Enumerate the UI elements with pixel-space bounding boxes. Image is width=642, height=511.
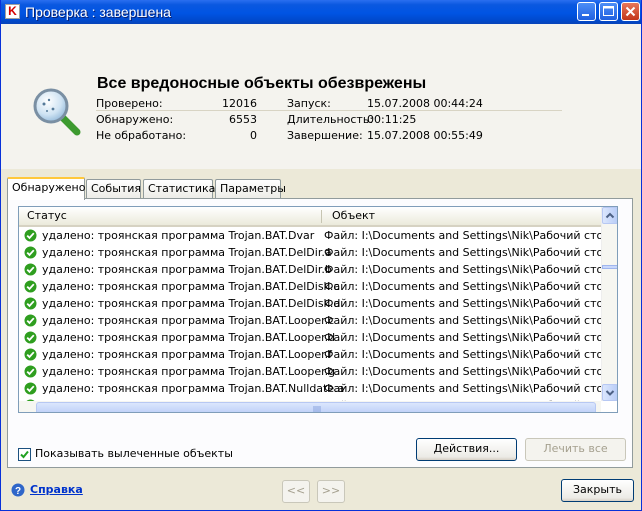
column-object[interactable]: Объект — [324, 207, 601, 225]
checkmark-icon — [20, 450, 29, 459]
table-row[interactable]: удалено: троянская программа Trojan.BAT.… — [19, 227, 601, 244]
status-cell: удалено: троянская программа Trojan.BAT.… — [42, 314, 335, 327]
start-value: 15.07.2008 00:44:24 — [367, 97, 483, 110]
check-circle-icon — [24, 382, 37, 395]
maximize-button[interactable] — [599, 2, 618, 21]
check-circle-icon — [24, 331, 37, 344]
heading-divider — [96, 110, 562, 111]
object-cell: Файл: I:\Documents and Settings\Nik\Рабо… — [324, 314, 601, 327]
horizontal-scroll-thumb[interactable] — [36, 402, 596, 412]
status-cell: удалено: троянская программа Trojan.BAT.… — [42, 229, 315, 242]
check-circle-icon — [24, 348, 37, 361]
end-label: Завершение: — [287, 129, 363, 142]
object-cell: Файл: I:\Documents and Settings\Nik\Рабо… — [324, 246, 601, 259]
column-status[interactable]: Статус — [19, 207, 319, 225]
duration-value: 00:11:25 — [367, 113, 417, 126]
table-row[interactable]: удалено: троянская программа Trojan.BAT.… — [19, 363, 601, 380]
help-link[interactable]: Справка — [30, 483, 83, 496]
unprocessed-label: Не обработано: — [96, 129, 187, 142]
start-label: Запуск: — [287, 97, 331, 110]
tab-events[interactable]: События — [86, 179, 141, 199]
list-rows: удалено: троянская программа Trojan.BAT.… — [19, 227, 601, 412]
close-icon — [625, 6, 636, 17]
show-cured-label[interactable]: Показывать вылеченные объекты — [35, 447, 233, 460]
column-separator[interactable] — [321, 210, 322, 223]
minimize-button[interactable] — [577, 2, 596, 21]
help-icon[interactable]: ? — [11, 483, 25, 497]
object-cell: Файл: I:\Documents and Settings\Nik\Рабо… — [324, 263, 601, 276]
table-row[interactable]: удалено: троянская программа Trojan.BAT.… — [19, 295, 601, 312]
previous-button[interactable]: << — [282, 480, 310, 503]
object-cell: Файл: I:\Documents and Settings\Nik\Рабо… — [324, 365, 601, 378]
check-circle-icon — [24, 229, 37, 242]
object-cell: Файл: I:\Documents and Settings\Nik\Рабо… — [324, 348, 601, 361]
table-row[interactable]: удалено: троянская программа Trojan.BAT.… — [19, 278, 601, 295]
tab-parameters[interactable]: Параметры — [215, 179, 286, 199]
tab-statistics[interactable]: Статистика — [143, 179, 215, 199]
detected-label: Обнаружено: — [96, 113, 174, 126]
table-row[interactable]: удалено: троянская программа Trojan.BAT.… — [19, 346, 601, 363]
summary-area: Все вредоносные объекты обезврежены Пров… — [1, 24, 641, 169]
checked-label: Проверено: — [96, 97, 163, 110]
chevron-up-icon — [605, 212, 615, 219]
status-cell: удалено: троянская программа Trojan.BAT.… — [42, 365, 336, 378]
status-cell: удалено: троянская программа Trojan.BAT.… — [42, 348, 333, 361]
cure-all-button[interactable]: Лечить все — [525, 438, 626, 461]
svg-text:?: ? — [15, 486, 21, 497]
result-heading: Все вредоносные объекты обезврежены — [97, 75, 427, 92]
check-circle-icon — [24, 297, 37, 310]
table-row[interactable]: удалено: троянская программа Trojan.BAT.… — [19, 312, 601, 329]
end-value: 15.07.2008 00:55:49 — [367, 129, 483, 142]
status-cell: удалено: троянская программа Trojan.BAT.… — [42, 331, 336, 344]
maximize-icon — [603, 6, 614, 16]
status-cell: удалено: троянская программа Trojan.BAT.… — [42, 280, 340, 293]
duration-label: Длительность: — [287, 113, 374, 126]
kaspersky-app-icon: K — [5, 4, 20, 19]
grip-icon — [313, 406, 321, 412]
horizontal-scrollbar[interactable] — [19, 401, 601, 412]
table-row[interactable]: удалено: троянская программа Trojan.BAT.… — [19, 380, 601, 397]
checked-value: 12016 — [222, 97, 257, 110]
status-cell: удалено: троянская программа Trojan.BAT.… — [42, 382, 345, 395]
table-row[interactable]: удалено: троянская программа Trojan.BAT.… — [19, 244, 601, 261]
check-circle-icon — [24, 263, 37, 276]
check-circle-icon — [24, 314, 37, 327]
magnifier-scan-icon — [33, 88, 81, 136]
status-cell: удалено: троянская программа Trojan.BAT.… — [42, 297, 341, 310]
table-row[interactable]: удалено: троянская программа Trojan.BAT.… — [19, 329, 601, 346]
detected-objects-list[interactable]: Статус Объект удалено: троянская програм… — [18, 206, 618, 413]
detected-panel: Статус Объект удалено: троянская програм… — [7, 198, 633, 468]
close-button[interactable]: Закрыть — [561, 479, 634, 502]
status-cell: удалено: троянская программа Trojan.BAT.… — [42, 246, 332, 259]
scan-result-window: K Проверка : завершена Все вредоносные о… — [0, 0, 642, 511]
check-circle-icon — [24, 280, 37, 293]
scroll-down-button[interactable] — [602, 384, 617, 401]
object-cell: Файл: I:\Documents and Settings\Nik\Рабо… — [324, 382, 601, 395]
status-cell: удалено: троянская программа Trojan.BAT.… — [42, 263, 332, 276]
unprocessed-value: 0 — [250, 129, 257, 142]
object-cell: Файл: I:\Documents and Settings\Nik\Рабо… — [324, 297, 601, 310]
detected-value: 6553 — [229, 113, 257, 126]
object-cell: Файл: I:\Documents and Settings\Nik\Рабо… — [324, 229, 601, 242]
show-cured-checkbox[interactable] — [18, 448, 31, 461]
next-button[interactable]: >> — [317, 480, 345, 503]
list-header: Статус Объект — [19, 207, 601, 227]
table-row[interactable]: удалено: троянская программа Trojan.BAT.… — [19, 261, 601, 278]
chevron-down-icon — [605, 390, 615, 396]
title-bar[interactable]: K Проверка : завершена — [1, 0, 641, 24]
scroll-up-button[interactable] — [602, 207, 617, 224]
object-cell: Файл: I:\Documents and Settings\Nik\Рабо… — [324, 280, 601, 293]
check-circle-icon — [24, 246, 37, 259]
object-cell: Файл: I:\Documents and Settings\Nik\Рабо… — [324, 331, 601, 344]
close-window-button[interactable] — [621, 2, 640, 21]
tab-detected[interactable]: Обнаружено — [7, 177, 85, 200]
check-circle-icon — [24, 365, 37, 378]
scroll-thumb[interactable] — [602, 265, 617, 269]
window-title: Проверка : завершена — [25, 4, 171, 20]
actions-button[interactable]: Действия... — [416, 438, 517, 461]
vertical-scrollbar[interactable] — [601, 207, 617, 401]
minimize-icon — [582, 14, 589, 16]
